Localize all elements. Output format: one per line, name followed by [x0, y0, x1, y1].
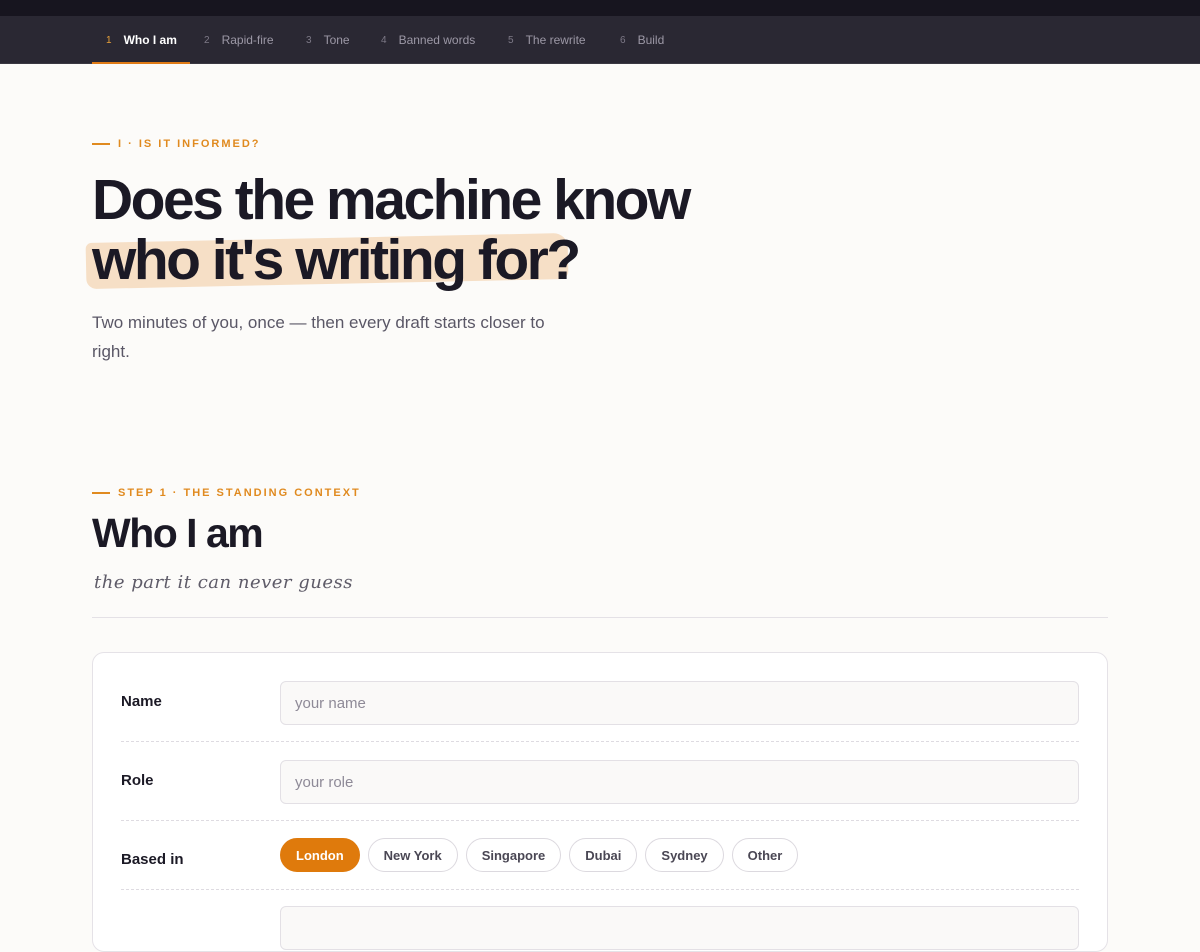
nav-tab-number: 2 [204, 34, 210, 46]
nav-tab-rapid-fire[interactable]: 2 Rapid-fire [204, 16, 274, 64]
nav-tab-label: Who I am [123, 33, 177, 47]
hero-title-line-1: Does the machine know [92, 168, 691, 232]
nav-tab-who-i-am[interactable]: 1 Who I am [106, 16, 177, 64]
nav-tab-tone[interactable]: 3 Tone [306, 16, 350, 64]
active-tab-underline [92, 62, 190, 64]
nav-tab-the-rewrite[interactable]: 5 The rewrite [508, 16, 586, 64]
nav-tab-number: 4 [381, 34, 387, 46]
section-title: Who I am [92, 510, 264, 556]
role-label: Role [121, 772, 154, 789]
nav-tab-label: Build [637, 33, 665, 47]
name-label: Name [121, 693, 162, 710]
section-eyebrow: STEP 1 · THE STANDING CONTEXT [92, 487, 361, 499]
section-divider [92, 617, 1108, 618]
role-input[interactable] [280, 760, 1079, 804]
row-divider [121, 820, 1079, 821]
eyebrow-dash [92, 492, 110, 494]
top-strip [0, 0, 1200, 16]
nav-tab-number: 3 [306, 34, 312, 46]
based-in-label: Based in [121, 851, 184, 868]
nav-tab-number: 6 [620, 34, 626, 46]
chip-london[interactable]: London [280, 838, 360, 872]
based-in-chip-group: London New York Singapore Dubai Sydney O… [280, 838, 799, 872]
chip-dubai[interactable]: Dubai [569, 838, 638, 872]
step-nav: 1 Who I am 2 Rapid-fire 3 Tone 4 Banned … [0, 16, 1200, 64]
row-divider [121, 889, 1079, 890]
hero-eyebrow: I · IS IT INFORMED? [92, 138, 261, 150]
hero-title-line-2: who it's writing for? [92, 228, 581, 292]
chip-other[interactable]: Other [731, 838, 799, 872]
nav-tab-label: Banned words [398, 33, 476, 47]
name-input[interactable] [280, 681, 1079, 725]
nav-tab-banned-words[interactable]: 4 Banned words [381, 16, 475, 64]
chip-sydney[interactable]: Sydney [645, 838, 724, 872]
nav-tab-build[interactable]: 6 Build [620, 16, 664, 64]
section-handwritten-note: the part it can never guess [94, 572, 353, 593]
nav-tab-label: The rewrite [525, 33, 586, 47]
row-divider [121, 741, 1079, 742]
nav-tab-label: Tone [323, 33, 350, 47]
nav-tab-label: Rapid-fire [221, 33, 274, 47]
nav-tab-number: 5 [508, 34, 514, 46]
next-row-input[interactable] [280, 906, 1079, 950]
eyebrow-dash [92, 143, 110, 145]
chip-new-york[interactable]: New York [367, 838, 458, 872]
section-eyebrow-text: STEP 1 · THE STANDING CONTEXT [118, 487, 361, 499]
nav-tab-number: 1 [106, 34, 112, 46]
chip-singapore[interactable]: Singapore [465, 838, 562, 872]
hero-subtitle: Two minutes of you, once — then every dr… [92, 313, 545, 361]
hero-eyebrow-text: I · IS IT INFORMED? [118, 138, 261, 150]
hero-title: Does the machine know who it's writing f… [92, 168, 691, 292]
